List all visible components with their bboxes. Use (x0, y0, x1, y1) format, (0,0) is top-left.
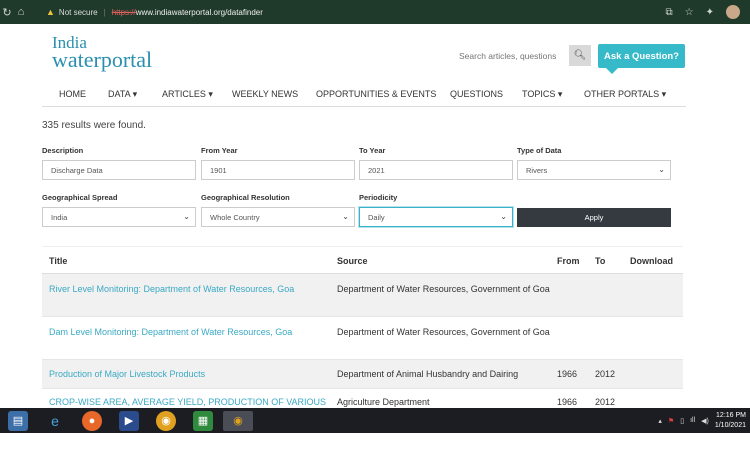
to-year-field[interactable]: 2021 (359, 160, 513, 180)
description-value: Discharge Data (51, 165, 103, 175)
network-icon[interactable]: ıll (690, 417, 695, 424)
nav-other-portals[interactable]: OTHER PORTALS ▾ (584, 89, 666, 100)
geo-resolution-value: Whole Country (210, 212, 260, 222)
periodicity-label: Periodicity (359, 193, 398, 202)
not-secure-label[interactable]: Not secure (59, 8, 98, 17)
logo-line2: waterportal (52, 47, 153, 72)
geo-resolution-select[interactable]: Whole Country ⌄ (201, 207, 355, 227)
geo-spread-label: Geographical Spread (42, 193, 118, 202)
row-to: 2012 (595, 369, 616, 379)
chevron-down-icon: ⌄ (658, 165, 665, 174)
search-input[interactable] (453, 46, 567, 66)
browser-actions: ⧉ ☆ ✦ (666, 5, 750, 19)
geo-spread-select[interactable]: India ⌄ (42, 207, 196, 227)
nav-weekly-news[interactable]: WEEKLY NEWS (232, 89, 298, 99)
table-row: River Level Monitoring: Department of Wa… (42, 274, 683, 317)
from-year-label: From Year (201, 146, 238, 155)
from-year-value: 1901 (210, 165, 227, 175)
row-source: Department of Animal Husbandry and Dairi… (337, 369, 519, 379)
file-explorer-icon[interactable]: ▤ (8, 410, 28, 431)
periodicity-value: Daily (368, 212, 385, 222)
profile-avatar[interactable] (726, 5, 740, 19)
clock-time: 12:16 PM (716, 411, 746, 419)
table-row: Dam Level Monitoring: Department of Wate… (42, 317, 683, 360)
row-from: 1966 (557, 397, 578, 407)
battery-icon[interactable]: ▯ (680, 417, 684, 425)
main-nav: HOME DATA ▾ ARTICLES ▾ WEEKLY NEWS OPPOR… (42, 83, 686, 107)
from-year-field[interactable]: 1901 (201, 160, 355, 180)
row-title-link[interactable]: CROP-WISE AREA, AVERAGE YIELD, PRODUCTIO… (49, 397, 326, 407)
row-title-link[interactable]: River Level Monitoring: Department of Wa… (49, 284, 294, 294)
table-header: Title Source From To Download (42, 246, 683, 274)
row-title-link[interactable]: Dam Level Monitoring: Department of Wate… (49, 327, 292, 337)
chevron-down-icon: ⌄ (500, 212, 507, 221)
clock-date: 1/10/2021 (714, 421, 746, 429)
firefox-icon[interactable]: ● (82, 410, 102, 431)
page-root: ↻ ⌂ ▲ Not secure | https:// www.indiawat… (0, 0, 750, 450)
geo-resolution-label: Geographical Resolution (201, 193, 290, 202)
type-of-data-select[interactable]: Rivers ⌄ (517, 160, 671, 180)
media-player-icon[interactable]: ▶ (119, 410, 139, 431)
row-source: Department of Water Resources, Governmen… (337, 284, 550, 294)
windows-taskbar: ▤ e ● ▶ ◉ ▦ ◉ ▴ ⚑ ▯ ıll ◀) 12:16 PM 1/10… (0, 408, 750, 433)
row-source: Agriculture Department (337, 397, 430, 407)
warning-icon: ▲ (46, 7, 55, 17)
bookmark-star-icon[interactable]: ☆ (685, 7, 694, 18)
type-of-data-label: Type of Data (517, 146, 562, 155)
nav-topics[interactable]: TOPICS ▾ (522, 89, 562, 100)
row-from: 1966 (557, 369, 578, 379)
internet-explorer-icon[interactable]: e (45, 411, 65, 431)
nav-data[interactable]: DATA ▾ (108, 89, 137, 100)
extensions-icon[interactable]: ✦ (706, 7, 714, 18)
type-of-data-value: Rivers (526, 165, 548, 175)
col-source[interactable]: Source (337, 256, 368, 266)
geo-spread-value: India (51, 212, 68, 222)
ask-question-button[interactable]: Ask a Question? (598, 44, 685, 74)
volume-icon[interactable]: ◀) (701, 417, 709, 425)
share-icon[interactable]: ⧉ (666, 7, 673, 18)
table-row: Production of Major Livestock Products D… (42, 360, 683, 389)
description-label: Description (42, 146, 84, 155)
col-to[interactable]: To (595, 256, 605, 266)
url-text[interactable]: www.indiawaterportal.org/datafinder (136, 8, 263, 17)
row-to: 2012 (595, 397, 616, 407)
row-title-link[interactable]: Production of Major Livestock Products (49, 369, 205, 379)
chevron-down-icon: ⌄ (342, 212, 349, 221)
chrome-icon[interactable]: ◉ (156, 410, 176, 431)
chevron-down-icon: ⌄ (183, 212, 190, 221)
browser-address-bar: ↻ ⌂ ▲ Not secure | https:// www.indiawat… (0, 0, 750, 24)
search-button[interactable]: 🔍︎ (569, 45, 591, 66)
site-logo[interactable]: India waterportal (52, 34, 152, 71)
col-download[interactable]: Download (630, 256, 673, 266)
system-tray: ▴ ⚑ ▯ ıll ◀) 12:16 PM 1/10/2021 (658, 411, 750, 431)
description-field[interactable]: Discharge Data (42, 160, 196, 180)
row-source: Department of Water Resources, Governmen… (337, 327, 550, 337)
apply-button[interactable]: Apply (517, 208, 671, 227)
reload-icon[interactable]: ↻ (0, 6, 14, 19)
flag-icon[interactable]: ⚑ (668, 417, 674, 425)
chrome-active-icon[interactable]: ◉ (223, 410, 253, 431)
results-table: Title Source From To Download River Leve… (42, 246, 683, 411)
to-year-value: 2021 (368, 165, 385, 175)
nav-articles[interactable]: ARTICLES ▾ (162, 89, 213, 100)
periodicity-select[interactable]: Daily ⌄ (359, 207, 513, 227)
nav-opportunities[interactable]: OPPORTUNITIES & EVENTS (316, 89, 436, 99)
col-title[interactable]: Title (49, 256, 67, 266)
clock[interactable]: 12:16 PM 1/10/2021 (715, 411, 746, 431)
tray-up-arrow-icon[interactable]: ▴ (658, 417, 662, 425)
address-separator: | (103, 7, 106, 17)
to-year-label: To Year (359, 146, 386, 155)
nav-questions[interactable]: QUESTIONS (450, 89, 503, 99)
excel-icon[interactable]: ▦ (193, 410, 213, 431)
search-icon: 🔍︎ (573, 50, 587, 61)
results-count: 335 results were found. (42, 120, 146, 131)
url-scheme[interactable]: https:// (112, 8, 136, 17)
home-icon[interactable]: ⌂ (14, 6, 28, 18)
nav-home[interactable]: HOME (59, 89, 86, 99)
col-from[interactable]: From (557, 256, 580, 266)
